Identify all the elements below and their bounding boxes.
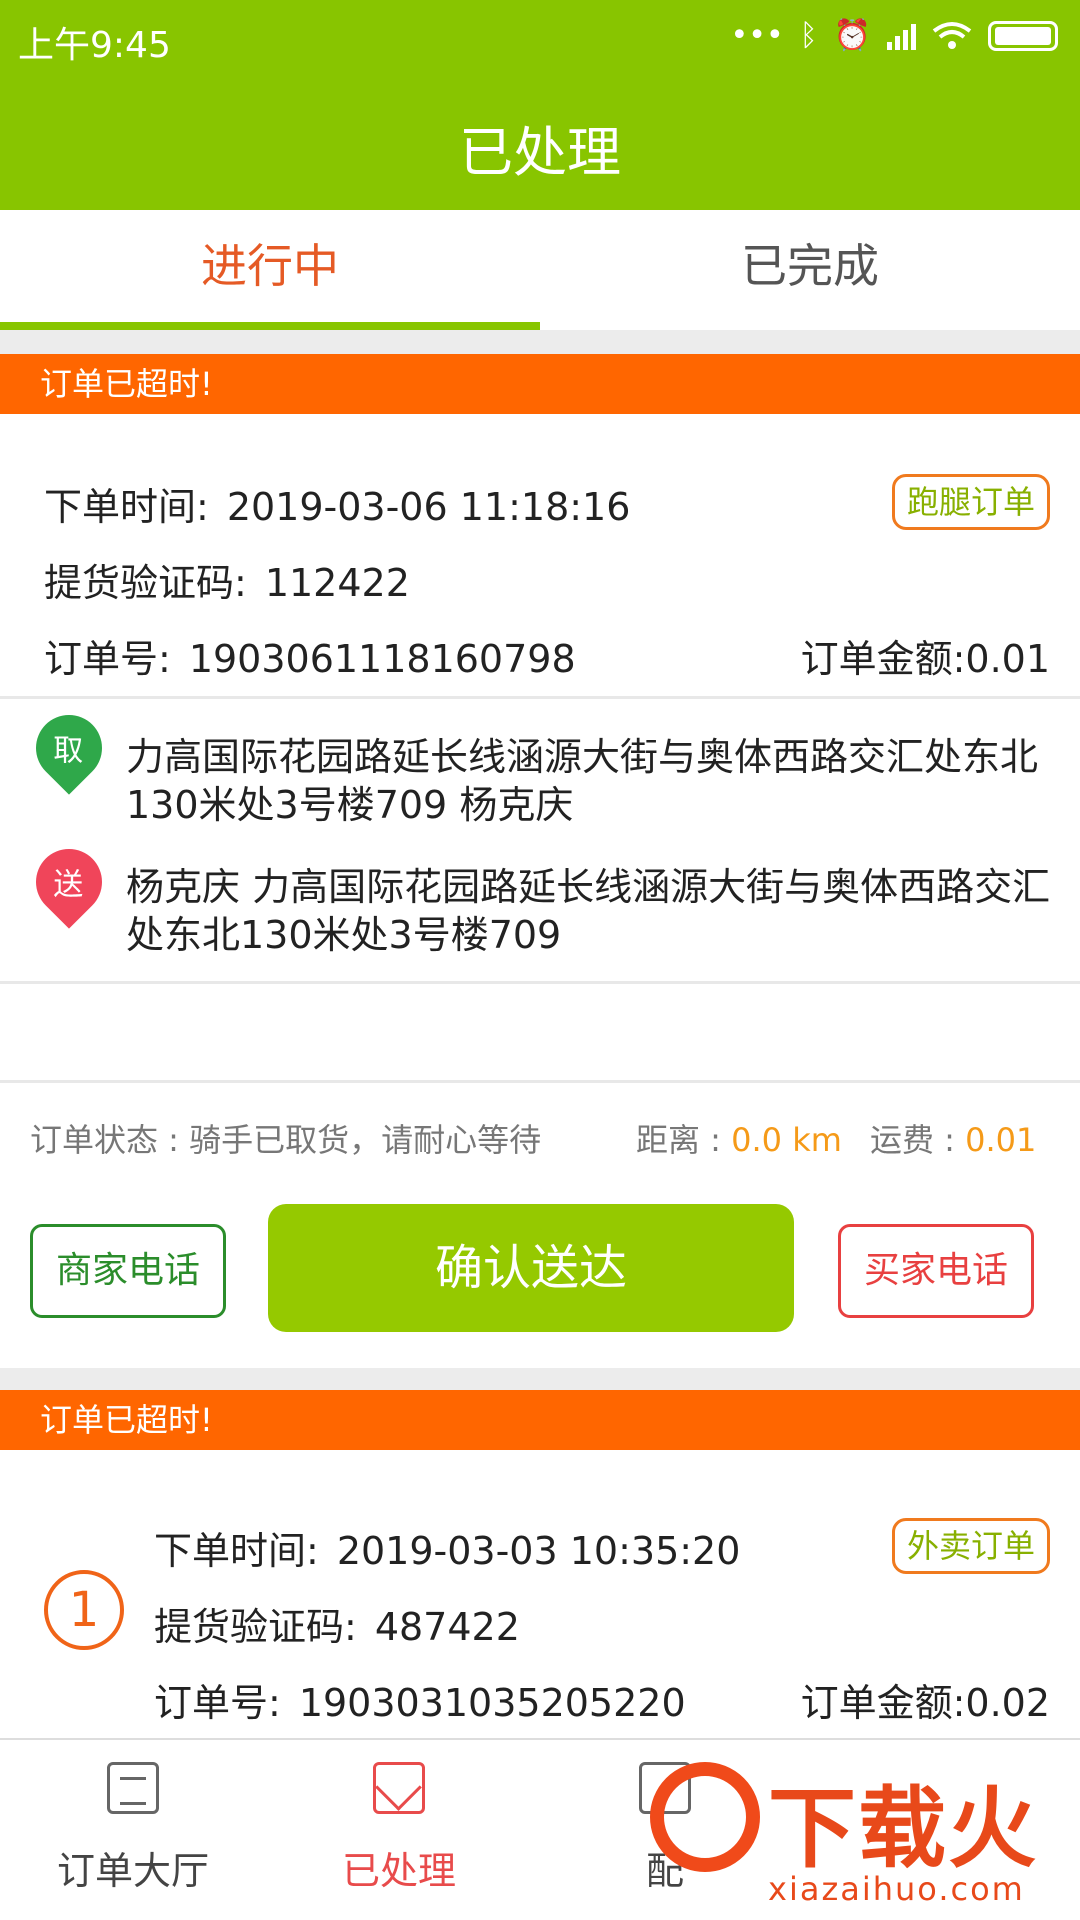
- order-no-value: 1903031035205220: [298, 1681, 686, 1725]
- pickup-badge-label: 取: [53, 733, 84, 769]
- order-amount-value: 0.01: [965, 637, 1050, 681]
- distance-row: 距离 : 0.0 km: [636, 1115, 842, 1161]
- order-index-badge: 1: [44, 1570, 124, 1650]
- fee-row: 运费 : 0.01: [870, 1115, 1036, 1161]
- order-info-card[interactable]: 下单时间: 2019-03-03 10:35:20 外卖订单 提货验证码: 4874…: [0, 1450, 1080, 1738]
- order-type-tag: 跑腿订单: [891, 474, 1050, 530]
- watermark-text: 下载火: [768, 1777, 1039, 1880]
- pickup-code-row: 提货验证码: 112422: [44, 552, 410, 607]
- dots-icon: •••: [730, 18, 784, 53]
- status-icons: ••• ᛒ ⏰: [731, 18, 1058, 53]
- pickup-code-value: 112422: [264, 561, 410, 605]
- app-bar: 已处理: [0, 78, 1080, 210]
- bluetooth-icon: ᛒ: [799, 18, 818, 53]
- distance-label: 距离 :: [636, 1121, 721, 1159]
- pickup-code-value: 487422: [374, 1605, 520, 1649]
- order-info-card[interactable]: 下单时间: 2019-03-06 11:18:16 跑腿订单 提货验证码: 1124…: [0, 414, 1080, 696]
- timeout-banner: 订单已超时!: [0, 354, 1080, 414]
- order-amount-row: 订单金额:0.02: [801, 1672, 1050, 1727]
- tab-completed[interactable]: 已完成: [540, 210, 1080, 330]
- tab-in-progress[interactable]: 进行中: [0, 210, 540, 330]
- pickup-code-row: 提货验证码: 487422: [154, 1596, 520, 1651]
- order-amount-label: 订单金额:: [800, 637, 966, 681]
- pickup-code-label: 提货验证码:: [44, 561, 247, 605]
- fee-label: 运费 :: [870, 1121, 955, 1159]
- status-time: 上午9:45: [18, 25, 171, 66]
- order-amount-row: 订单金额:0.01: [801, 628, 1050, 683]
- watermark: 下载火 xiazaihuo.com: [640, 1752, 1080, 1920]
- order-no-value: 1903061118160798: [188, 637, 576, 681]
- nav-label: 订单大厅: [56, 1849, 209, 1893]
- order-no-label: 订单号:: [154, 1681, 281, 1725]
- pickup-address: 力高国际花园路延长线涵源大街与奥体西路交汇处东北130米处3号楼709 杨克庆: [126, 735, 1039, 827]
- fee-value: 0.01: [965, 1121, 1037, 1159]
- delivery-pin-icon: 送: [22, 835, 116, 929]
- order-amount-value: 0.02: [965, 1681, 1050, 1725]
- nav-processed[interactable]: 已处理: [266, 1740, 532, 1920]
- order-no-row: 订单号: 1903031035205220: [154, 1672, 686, 1727]
- pickup-code-label: 提货验证码:: [154, 1605, 357, 1649]
- tab-bar: 进行中 已完成: [0, 210, 1080, 330]
- list-icon: [107, 1762, 159, 1814]
- order-time-row: 下单时间: 2019-03-03 10:35:20: [154, 1520, 740, 1575]
- distance-value: 0.0 km: [731, 1121, 842, 1159]
- order-time-row: 下单时间: 2019-03-06 11:18:16: [44, 476, 630, 531]
- pickup-pin-icon: 取: [22, 701, 116, 795]
- nav-label: 已处理: [341, 1849, 456, 1893]
- watermark-url: xiazaihuo.com: [768, 1870, 1025, 1908]
- order-no-row: 订单号: 1903061118160798: [44, 628, 576, 683]
- order-amount-label: 订单金额:: [800, 1681, 966, 1725]
- battery-icon: [988, 20, 1058, 51]
- delivery-address: 杨克庆 力高国际花园路延长线涵源大街与奥体西路交汇处东北130米处3号楼709: [126, 865, 1051, 957]
- watermark-logo-icon: [650, 1762, 760, 1872]
- order-status: 订单状态 : 骑手已取货，请耐心等待: [30, 1121, 542, 1159]
- address-card[interactable]: 取 力高国际花园路延长线涵源大街与奥体西路交汇处东北130米处3号楼709 杨克…: [0, 699, 1080, 981]
- merchant-phone-button[interactable]: 商家电话: [30, 1224, 226, 1318]
- wifi-icon: [932, 21, 972, 49]
- order-type-tag: 外卖订单: [891, 1518, 1050, 1574]
- mail-icon: [373, 1762, 425, 1814]
- delivery-badge-label: 送: [53, 867, 84, 903]
- signal-icon: [887, 22, 916, 50]
- order-time-value: 2019-03-03 10:35:20: [336, 1529, 741, 1573]
- timeout-banner: 订单已超时!: [0, 1390, 1080, 1450]
- order-no-label: 订单号:: [44, 637, 171, 681]
- page-title: 已处理: [459, 121, 621, 184]
- status-bar: 上午9:45 ••• ᛒ ⏰: [0, 0, 1080, 78]
- spacer: [0, 984, 1080, 1080]
- order-time-label: 下单时间:: [154, 1529, 319, 1573]
- order-time-value: 2019-03-06 11:18:16: [226, 485, 631, 529]
- buyer-phone-button[interactable]: 买家电话: [838, 1224, 1034, 1318]
- alarm-icon: ⏰: [833, 18, 871, 53]
- confirm-delivery-button[interactable]: 确认送达: [268, 1204, 794, 1332]
- order-time-label: 下单时间:: [44, 485, 209, 529]
- nav-order-hall[interactable]: 订单大厅: [0, 1740, 266, 1920]
